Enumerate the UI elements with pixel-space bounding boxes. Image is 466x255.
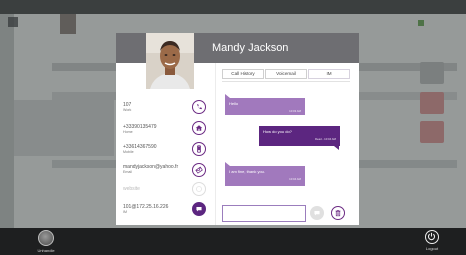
trash-icon [335,210,341,217]
bubble-tail [225,94,230,98]
email-icon[interactable] [192,163,206,177]
contact-detail-website: website [123,186,193,192]
bubble-tail [225,162,230,166]
contact-detail-im: 101@172.25.16.226 IM [123,204,193,215]
column-divider [215,63,216,225]
send-button[interactable] [310,206,324,220]
message-text: I am fine, thank you. [229,169,266,174]
message-time: 10:03 AM [289,109,301,113]
logout-label: Logout [425,246,439,251]
globe-icon [192,182,206,196]
contact-name: Mandy Jackson [212,42,289,54]
detail-type: Mobile [123,150,134,154]
logout-button[interactable]: Logout [417,230,447,251]
tab-im[interactable]: IM [308,69,350,79]
detail-value: website [123,186,140,192]
power-icon [425,230,439,244]
home-icon[interactable] [192,121,206,135]
message-bubble-outgoing: How do you do? Read - 10:04 AM [259,126,340,146]
mobile-icon[interactable] [192,142,206,156]
send-icon [314,211,320,216]
detail-type: Work [123,108,132,112]
message-bubble-incoming: I am fine, thank you. 10:04 AM [225,166,305,186]
unhandle-button[interactable]: Unhandle [31,230,61,253]
tab-voicemail[interactable]: Voicemail [265,69,307,79]
contact-detail-work: 107 Work [123,102,193,113]
message-status: Read - 10:04 AM [315,137,336,141]
contact-detail-home: +33390135479 Home [123,124,193,135]
contact-detail-mobile: +33614367590 Mobile [123,144,193,155]
delete-conversation-button[interactable] [331,206,345,220]
message-bubble-incoming: Hello 10:03 AM [225,98,305,115]
phone-icon[interactable] [192,100,206,114]
message-input[interactable] [222,205,306,222]
contact-photo [146,33,194,89]
message-text: How do you do? [263,129,292,134]
unhandle-label: Unhandle [37,248,55,253]
detail-type: IM [123,210,127,214]
contact-detail-email: mandyjackson@yahoo.fr Email [123,164,193,175]
detail-type: Home [123,130,133,134]
contact-dialog: Mandy Jackson 107 Work +33390135479 Home… [116,33,359,225]
tab-call-history[interactable]: Call History [222,69,264,79]
message-text: Hello [229,101,239,106]
bubble-tail [334,146,339,150]
chat-icon[interactable] [192,202,206,216]
message-time: 10:04 AM [289,177,301,181]
app-bar: Unhandle Logout [0,228,466,255]
unhandle-icon [38,230,54,246]
tab-underline [222,81,350,82]
detail-type: Email [123,170,132,174]
